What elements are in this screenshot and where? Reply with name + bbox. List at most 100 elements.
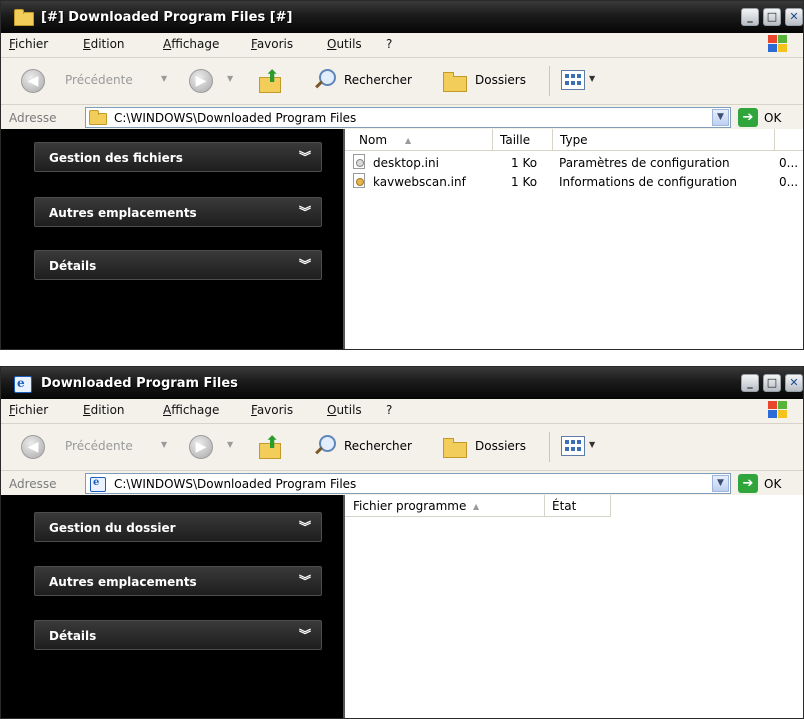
chevron-down-icon[interactable]: ︾ [299,626,311,643]
file-extra: 0... [779,156,799,170]
menu-bar: Fichier Edition Affichage Favoris Outils… [1,33,803,58]
column-header-state[interactable]: État [545,495,611,517]
views-dropdown-icon[interactable]: ▼ [589,74,595,83]
chevron-down-icon[interactable]: ︾ [299,518,311,535]
task-pane: Gestion du dossier ︾ Autres emplacements… [1,495,345,718]
chevron-down-icon[interactable]: ︾ [299,256,311,273]
taskpane-folder-tasks[interactable]: Gestion du dossier ︾ [34,512,322,542]
back-button[interactable]: Précédente [65,439,133,453]
maximize-button[interactable]: □ [763,8,781,26]
menu-favoris[interactable]: Favoris [251,37,293,51]
taskpane-file-tasks[interactable]: Gestion des fichiers ︾ [34,142,322,172]
menu-favoris[interactable]: Favoris [251,403,293,417]
minimize-button[interactable]: _ [741,374,759,392]
chevron-down-icon[interactable]: ︾ [299,572,311,589]
address-dropdown-icon[interactable]: ▼ [712,475,729,492]
taskpane-other-places-label: Autres emplacements [49,206,197,220]
forward-arrow-icon[interactable]: ▶ [189,435,213,459]
setup-info-file-icon [351,173,367,189]
chevron-down-icon[interactable]: ︾ [299,148,311,165]
forward-dropdown-icon[interactable]: ▼ [227,74,233,83]
taskpane-other-places-label: Autres emplacements [49,575,197,589]
menu-fichier[interactable]: Fichier [9,403,48,417]
search-icon[interactable] [315,435,337,457]
menu-affichage[interactable]: Affichage [163,37,219,51]
taskpane-details[interactable]: Détails ︾ [34,250,322,280]
toolbar-divider [549,432,550,462]
close-button[interactable]: ✕ [785,374,803,392]
menu-help[interactable]: ? [386,403,392,417]
menu-outils[interactable]: Outils [327,37,362,51]
views-icon[interactable] [561,436,585,456]
back-button[interactable]: Précédente [65,73,133,87]
file-type: Paramètres de configuration [559,156,730,170]
table-row[interactable]: desktop.ini 1 Ko Paramètres de configura… [345,154,803,172]
file-name: kavwebscan.inf [373,175,466,189]
chevron-down-icon[interactable]: ︾ [299,203,311,220]
maximize-button[interactable]: □ [763,374,781,392]
views-dropdown-icon[interactable]: ▼ [589,440,595,449]
go-button[interactable]: OK [764,111,781,125]
file-list: Nom ▲ Taille Type desktop.ini 1 Ko Param… [345,129,803,349]
folder-up-icon[interactable]: ⬆ [257,67,283,93]
address-bar: Adresse e C:\WINDOWS\Downloaded Program … [1,471,803,498]
column-header-program[interactable]: Fichier programme ▲ [345,495,545,517]
program-list: Fichier programme ▲ État [345,495,803,718]
task-pane: Gestion des fichiers ︾ Autres emplacemen… [1,129,345,349]
address-label: Adresse [9,477,57,491]
taskpane-details-label: Détails [49,629,97,643]
column-header-type[interactable]: Type [553,129,775,151]
search-button[interactable]: Rechercher [344,439,412,453]
menu-help[interactable]: ? [386,37,392,51]
address-dropdown-icon[interactable]: ▼ [712,109,729,126]
taskpane-details[interactable]: Détails ︾ [34,620,322,650]
back-dropdown-icon[interactable]: ▼ [161,440,167,449]
folders-icon[interactable] [441,71,467,92]
taskpane-other-places[interactable]: Autres emplacements ︾ [34,197,322,227]
taskpane-other-places[interactable]: Autres emplacements ︾ [34,566,322,596]
column-header-extra[interactable] [775,129,803,151]
menu-edition[interactable]: Edition [83,403,125,417]
menu-edition[interactable]: Edition [83,37,125,51]
folder-icon [89,110,107,125]
column-header-size-label: Taille [500,133,531,147]
views-icon[interactable] [561,70,585,90]
back-arrow-icon[interactable]: ◀ [21,435,45,459]
folders-button[interactable]: Dossiers [475,439,526,453]
taskpane-folder-tasks-label: Gestion du dossier [49,521,176,535]
back-arrow-icon[interactable]: ◀ [21,69,45,93]
go-arrow-icon[interactable]: ➔ [738,474,758,493]
taskpane-file-tasks-label: Gestion des fichiers [49,151,183,165]
forward-arrow-icon[interactable]: ▶ [189,69,213,93]
forward-dropdown-icon[interactable]: ▼ [227,440,233,449]
folders-icon[interactable] [441,437,467,458]
content-area: Gestion des fichiers ︾ Autres emplacemen… [1,129,803,349]
toolbar: ◀ Précédente ▼ ▶ ▼ ⬆ Rechercher Dossiers… [1,424,803,471]
close-button[interactable]: ✕ [785,8,803,26]
title-bar[interactable]: e Downloaded Program Files _ □ ✕ [1,367,803,399]
address-value: C:\WINDOWS\Downloaded Program Files [114,111,357,125]
folders-button[interactable]: Dossiers [475,73,526,87]
column-header-name[interactable]: Nom ▲ [345,129,493,151]
column-header-state-label: État [552,499,577,513]
address-input[interactable]: C:\WINDOWS\Downloaded Program Files ▼ [85,107,731,128]
search-button[interactable]: Rechercher [344,73,412,87]
address-input[interactable]: e C:\WINDOWS\Downloaded Program Files ▼ [85,473,731,494]
menu-outils[interactable]: Outils [327,403,362,417]
folder-up-icon[interactable]: ⬆ [257,433,283,459]
column-header-type-label: Type [560,133,588,147]
title-bar[interactable]: [#] Downloaded Program Files [#] _ □ ✕ [1,1,803,33]
menu-fichier[interactable]: Fichier [9,37,48,51]
go-arrow-icon[interactable]: ➔ [738,108,758,127]
file-extra: 0... [779,175,799,189]
search-icon[interactable] [315,69,337,91]
column-header-size[interactable]: Taille [493,129,553,151]
table-row[interactable]: kavwebscan.inf 1 Ko Informations de conf… [345,173,803,191]
go-button[interactable]: OK [764,477,781,491]
toolbar-divider [549,66,550,96]
column-header-program-label: Fichier programme [353,499,467,513]
menu-affichage[interactable]: Affichage [163,403,219,417]
minimize-button[interactable]: _ [741,8,759,26]
back-dropdown-icon[interactable]: ▼ [161,74,167,83]
address-bar: Adresse C:\WINDOWS\Downloaded Program Fi… [1,105,803,132]
